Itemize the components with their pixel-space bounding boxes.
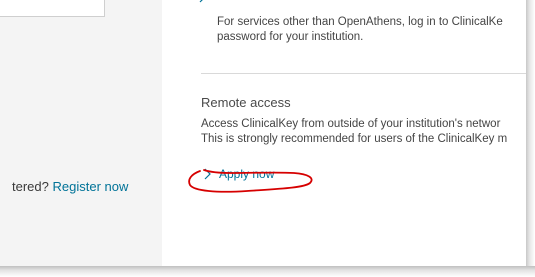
remote-access-line-2: This is strongly recommended for users o… bbox=[201, 133, 508, 145]
services-info: For services other than OpenAthens, log … bbox=[217, 15, 528, 45]
browser-content: tered? Register now For services other t… bbox=[0, 0, 528, 268]
chevron-right-icon bbox=[199, 0, 203, 3]
window-shadow-bottom bbox=[0, 266, 535, 277]
chevron-right-icon bbox=[204, 168, 211, 180]
window-shadow-right bbox=[526, 0, 535, 277]
remote-access-description: Access ClinicalKey from outside of your … bbox=[201, 117, 528, 147]
section-divider bbox=[201, 73, 528, 74]
top-partial-link[interactable] bbox=[198, 0, 214, 6]
apply-now-label: Apply now bbox=[219, 167, 275, 181]
services-info-line-1: For services other than OpenAthens, log … bbox=[217, 16, 503, 28]
apply-now-link[interactable]: Apply now bbox=[203, 167, 274, 181]
services-info-line-2: password for your institution. bbox=[217, 31, 364, 43]
register-prompt-text: tered? bbox=[12, 179, 49, 194]
login-input-field[interactable] bbox=[0, 0, 105, 17]
register-now-link[interactable]: Register now bbox=[53, 179, 129, 194]
remote-access-heading: Remote access bbox=[201, 95, 291, 110]
login-sidebar: tered? Register now bbox=[0, 0, 162, 268]
register-prompt: tered? Register now bbox=[12, 179, 128, 194]
remote-access-line-1: Access ClinicalKey from outside of your … bbox=[201, 118, 501, 130]
